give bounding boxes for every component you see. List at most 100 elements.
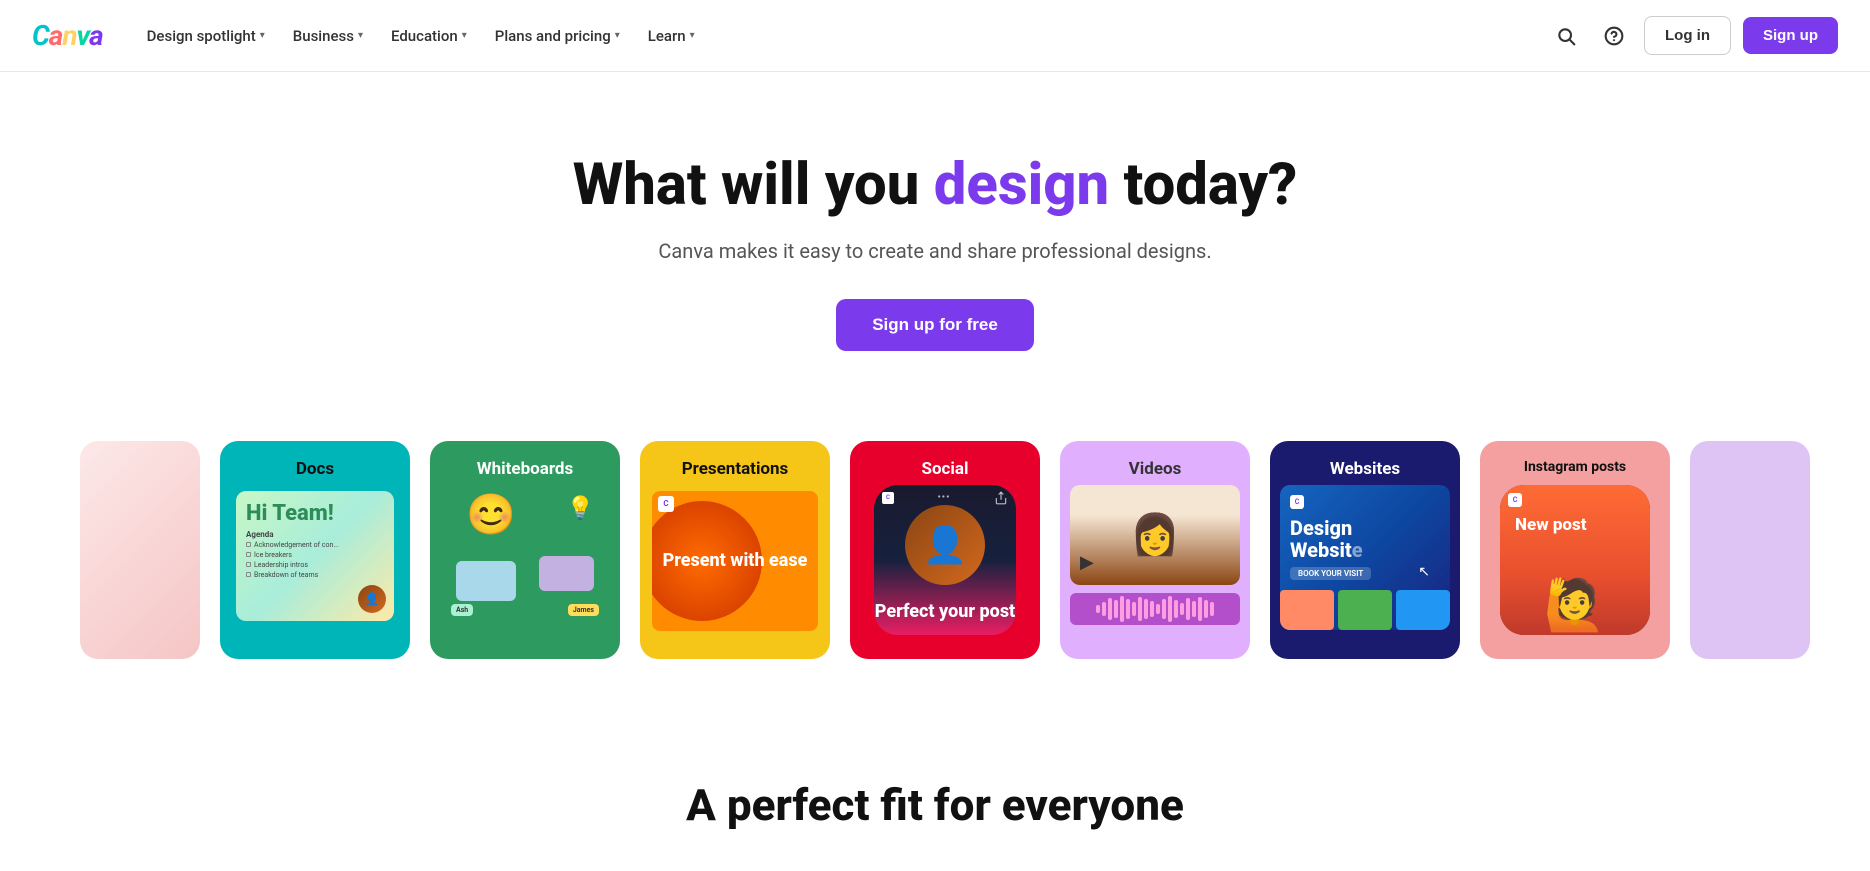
- card-presentations[interactable]: Presentations C Present with ease: [640, 441, 830, 659]
- docs-agenda: Agenda Acknowledgement of con... Ice bre…: [246, 530, 384, 579]
- card-ig-inner: C New post 🙋: [1500, 485, 1650, 635]
- waveform-bar: [1156, 604, 1160, 614]
- login-button[interactable]: Log in: [1644, 16, 1731, 55]
- canva-logo-small: C: [658, 496, 674, 512]
- ig-canva-logo: C: [1508, 493, 1522, 507]
- wb-tag-ash: Ash: [451, 604, 473, 616]
- cta-button[interactable]: Sign up for free: [836, 299, 1034, 351]
- nav-item-design-spotlight[interactable]: Design spotlight ▾: [135, 19, 277, 53]
- help-icon: [1604, 26, 1624, 46]
- social-canva-logo: C: [882, 492, 894, 504]
- card-pres-inner: C Present with ease: [652, 491, 818, 631]
- ig-person-avatar: 🙋: [1544, 577, 1606, 635]
- wb-block2: [539, 556, 594, 591]
- hero-section: What will you design today? Canva makes …: [0, 72, 1870, 401]
- card-docs-inner: Hi Team! Agenda Acknowledgement of con..…: [236, 491, 394, 621]
- card-instagram[interactable]: Instagram posts C New post 🙋: [1480, 441, 1670, 659]
- waveform-bar: [1132, 602, 1136, 616]
- search-icon: [1556, 26, 1576, 46]
- nav-actions: Log in Sign up: [1548, 16, 1838, 55]
- chevron-down-icon: ▾: [615, 30, 620, 41]
- waveform-bar: [1144, 599, 1148, 619]
- waveform-bar: [1096, 605, 1100, 613]
- cursor-icon: ↖: [1418, 564, 1430, 580]
- search-button[interactable]: [1548, 18, 1584, 54]
- card-web-label: Websites: [1270, 459, 1460, 479]
- waveform-bar: [1168, 596, 1172, 622]
- card-videos-inner: 👩 ▶: [1070, 485, 1240, 625]
- social-phone-top: C •••: [882, 491, 1008, 505]
- web-canva-logo: C: [1290, 495, 1304, 509]
- card-whiteboards[interactable]: Whiteboards 😊 💡 James Ash: [430, 441, 620, 659]
- card-partial-left[interactable]: [80, 441, 200, 659]
- docs-greeting: Hi Team!: [246, 501, 384, 526]
- waveform-bar: [1198, 597, 1202, 621]
- web-bottom-images: [1280, 590, 1450, 630]
- social-dots-icon: •••: [937, 492, 950, 503]
- video-waveform: [1070, 593, 1240, 625]
- video-person: 👩: [1070, 485, 1240, 585]
- card-docs[interactable]: Docs Hi Team! Agenda Acknowledgement of …: [220, 441, 410, 659]
- waveform-bar: [1180, 603, 1184, 615]
- waveform-bar: [1210, 602, 1214, 616]
- play-icon: ▶: [1080, 552, 1094, 573]
- canva-logo[interactable]: Canva: [32, 19, 103, 52]
- chevron-down-icon: ▾: [462, 30, 467, 41]
- waveform-bar: [1150, 601, 1154, 617]
- social-person-avatar: 👤: [905, 505, 985, 585]
- card-wb-label: Whiteboards: [430, 459, 620, 479]
- nav-item-plans[interactable]: Plans and pricing ▾: [483, 19, 632, 53]
- social-share-icon: [994, 491, 1008, 505]
- waveform-bar: [1192, 601, 1196, 617]
- nav-links: Design spotlight ▾ Business ▾ Education …: [135, 19, 1548, 53]
- ig-overlay-text: New post: [1515, 515, 1587, 535]
- card-social-label: Social: [850, 459, 1040, 479]
- wb-emoji: 😊: [466, 491, 516, 538]
- bottom-heading: A perfect fit for everyone: [32, 779, 1838, 831]
- cards-track: Docs Hi Team! Agenda Acknowledgement of …: [0, 441, 1870, 659]
- video-frame: 👩 ▶: [1070, 485, 1240, 585]
- waveform-bar: [1186, 598, 1190, 620]
- waveform-bar: [1126, 599, 1130, 619]
- waveform-bar: [1138, 597, 1142, 621]
- nav-item-business[interactable]: Business ▾: [281, 19, 375, 53]
- waveform-bar: [1204, 600, 1208, 618]
- card-videos[interactable]: Videos 👩 ▶: [1060, 441, 1250, 659]
- ig-phone-screen: C New post 🙋: [1500, 485, 1650, 635]
- card-docs-label: Docs: [220, 459, 410, 479]
- nav-item-learn[interactable]: Learn ▾: [636, 19, 707, 53]
- wb-tag-james: James: [568, 604, 599, 616]
- card-videos-label: Videos: [1060, 459, 1250, 479]
- social-overlay-text: Perfect your post: [875, 601, 1015, 623]
- chevron-down-icon: ▾: [690, 30, 695, 41]
- card-ig-label: Instagram posts: [1480, 459, 1670, 475]
- card-social-inner: C ••• 👤 Perfect your post: [874, 485, 1016, 635]
- signup-button[interactable]: Sign up: [1743, 17, 1838, 54]
- wb-block1: [456, 561, 516, 601]
- wb-lightbulb-icon: 💡: [567, 496, 594, 521]
- chevron-down-icon: ▾: [358, 30, 363, 41]
- cards-section: Docs Hi Team! Agenda Acknowledgement of …: [0, 401, 1870, 719]
- bottom-section: A perfect fit for everyone: [0, 719, 1870, 871]
- chevron-down-icon: ▾: [260, 30, 265, 41]
- waveform-bar: [1102, 602, 1106, 616]
- waveform-bar: [1162, 599, 1166, 619]
- card-websites[interactable]: Websites C DesignWebsite BOOK YOUR VISIT…: [1270, 441, 1460, 659]
- waveform-bar: [1108, 598, 1112, 620]
- docs-avatar: 👤: [358, 585, 386, 613]
- navbar: Canva Design spotlight ▾ Business ▾ Educ…: [0, 0, 1870, 72]
- card-web-inner: C DesignWebsite BOOK YOUR VISIT ↖ SPEAKE…: [1280, 485, 1450, 630]
- pres-text: Present with ease: [663, 550, 808, 572]
- waveform-bar: [1174, 600, 1178, 618]
- card-social[interactable]: Social C ••• 👤 Perfect your post: [850, 441, 1040, 659]
- waveform-bar: [1120, 596, 1124, 622]
- hero-headline: What will you design today?: [32, 152, 1838, 219]
- web-logo-bar: C: [1290, 495, 1440, 509]
- help-button[interactable]: [1596, 18, 1632, 54]
- card-wb-inner: 😊 💡 James Ash: [446, 491, 604, 621]
- card-partial-right[interactable]: [1690, 441, 1810, 659]
- hero-subtitle: Canva makes it easy to create and share …: [32, 239, 1838, 263]
- web-main-text: DesignWebsite: [1290, 517, 1440, 561]
- nav-item-education[interactable]: Education ▾: [379, 19, 479, 53]
- card-pres-label: Presentations: [640, 459, 830, 479]
